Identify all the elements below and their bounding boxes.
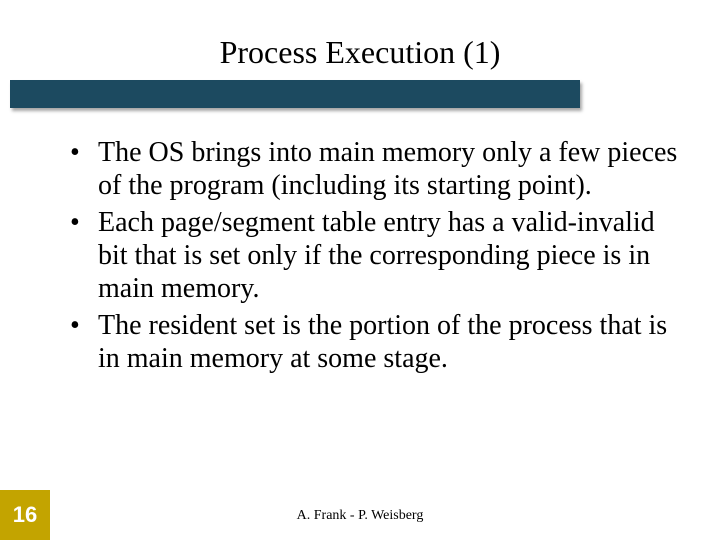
bullet-item: Each page/segment table entry has a vali… bbox=[62, 206, 680, 305]
bullet-item: The OS brings into main memory only a fe… bbox=[62, 136, 680, 202]
bullet-list: The OS brings into main memory only a fe… bbox=[62, 136, 680, 375]
content-area: The OS brings into main memory only a fe… bbox=[62, 136, 680, 379]
title-underline-bar bbox=[10, 80, 580, 108]
slide-title: Process Execution (1) bbox=[220, 34, 501, 70]
title-area: Process Execution (1) bbox=[0, 34, 720, 71]
bullet-item: The resident set is the portion of the p… bbox=[62, 309, 680, 375]
slide: Process Execution (1) The OS brings into… bbox=[0, 0, 720, 540]
footer-credit: A. Frank - P. Weisberg bbox=[0, 508, 720, 524]
